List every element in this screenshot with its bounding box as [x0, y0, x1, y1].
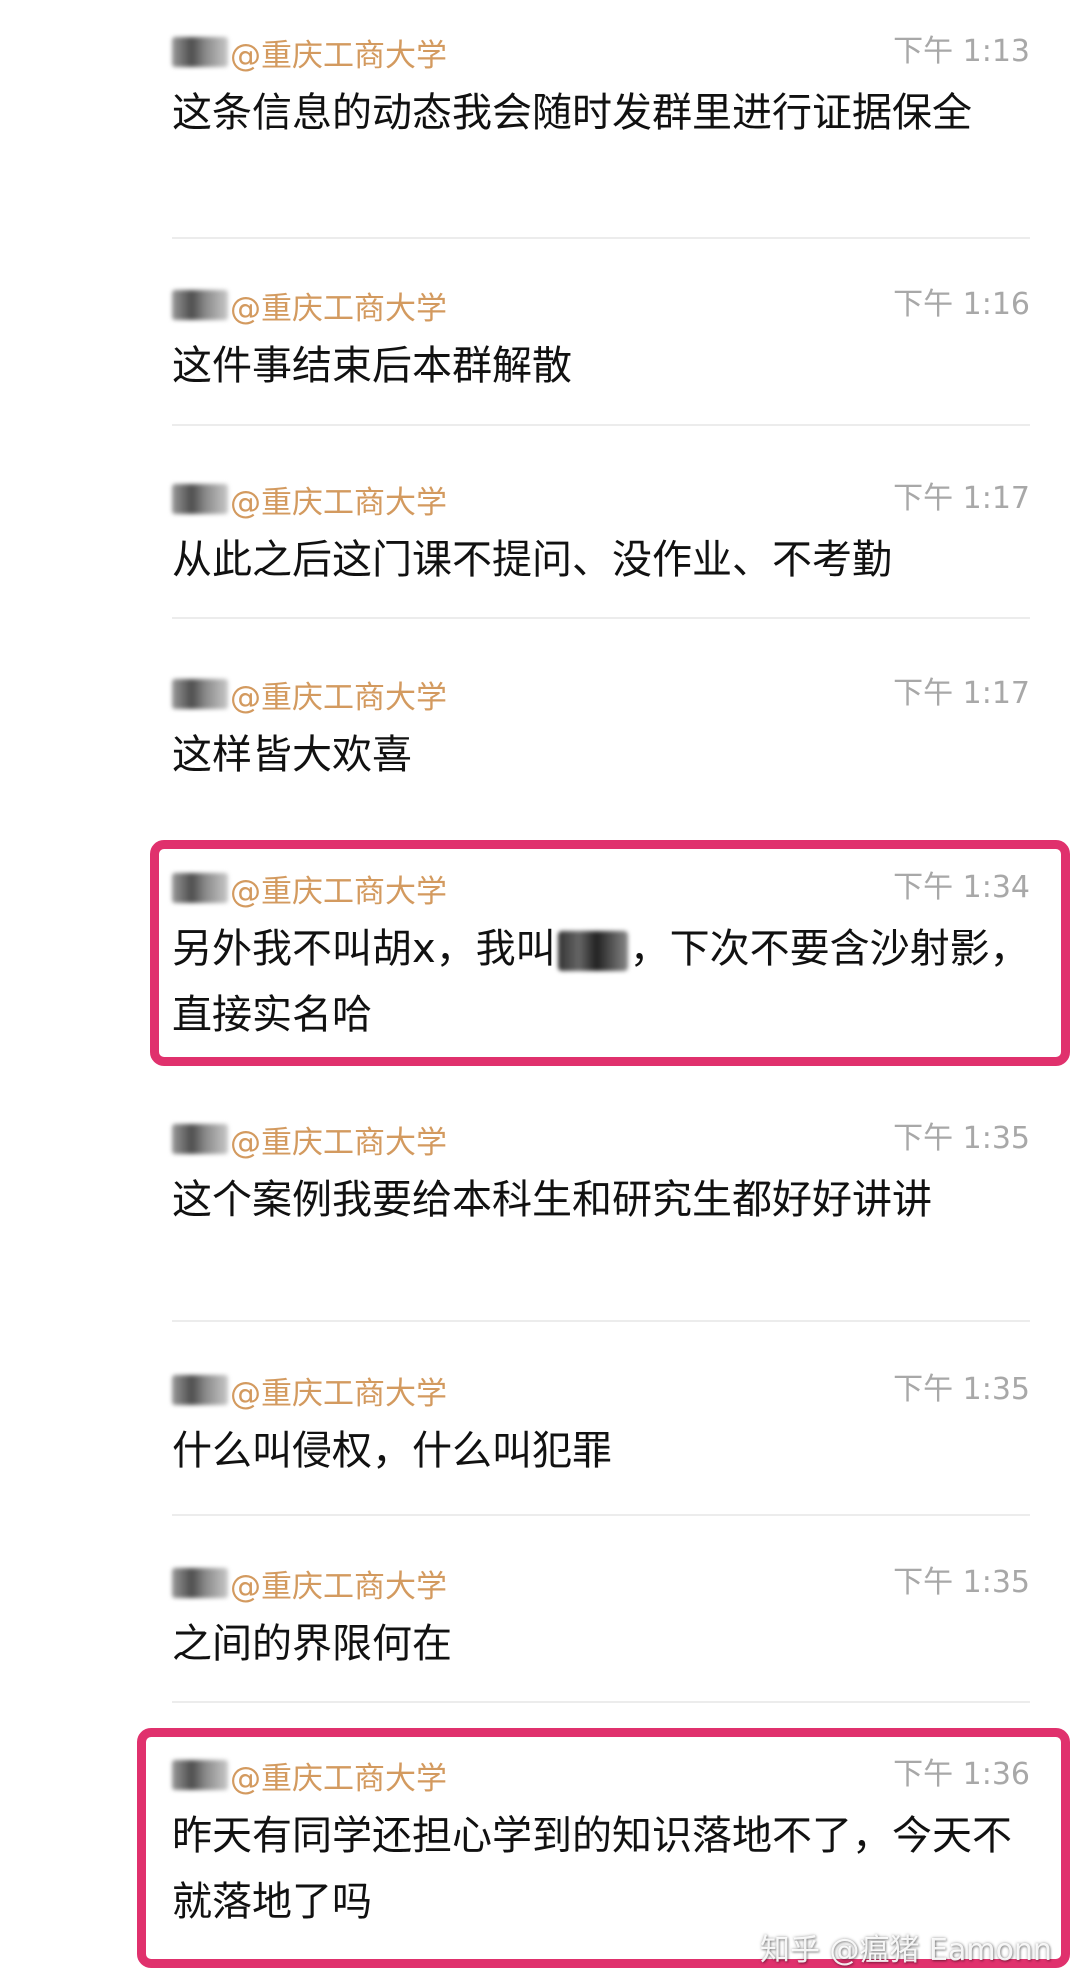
message-text: 这件事结束后本群解散 — [172, 343, 572, 389]
chat-message: @重庆工商大学 下午 1:34 另外我不叫胡x，我叫 ，下次不要含沙射影，直接实名… — [172, 866, 1030, 1048]
redacted-name — [172, 290, 228, 320]
chat-message: @重庆工商大学 下午 1:35 这个案例我要给本科生和研究生都好好讲讲 — [172, 1117, 1030, 1233]
divider — [172, 424, 1030, 426]
message-time: 下午 1:35 — [893, 1121, 1030, 1156]
message-time: 下午 1:36 — [893, 1757, 1030, 1792]
divider — [172, 1701, 1030, 1703]
sender-name: @重庆工商大学 — [172, 477, 447, 521]
redacted-name — [172, 679, 228, 709]
redacted-name — [172, 1568, 228, 1598]
chat-message: @重庆工商大学 下午 1:36 昨天有同学还担心学到的知识落地不了，今天不就落地… — [172, 1753, 1030, 1935]
watermark: 知乎 @瘟猪 Eamonn — [759, 1933, 1052, 1968]
sender-name: @重庆工商大学 — [172, 1561, 447, 1605]
divider — [172, 617, 1030, 619]
sender-name: @重庆工商大学 — [172, 1368, 447, 1412]
chat-message: @重庆工商大学 下午 1:13 这条信息的动态我会随时发群里进行证据保全 — [172, 30, 1030, 146]
sender-name: @重庆工商大学 — [172, 283, 447, 327]
sender-name: @重庆工商大学 — [172, 30, 447, 74]
message-time: 下午 1:17 — [893, 676, 1030, 711]
sender-name: @重庆工商大学 — [172, 866, 447, 910]
redacted-name — [172, 1375, 228, 1405]
sender-name: @重庆工商大学 — [172, 1117, 447, 1161]
message-time: 下午 1:13 — [893, 34, 1030, 69]
divider — [172, 1320, 1030, 1322]
message-text: 什么叫侵权，什么叫犯罪 — [172, 1428, 612, 1474]
message-text: 之间的界限何在 — [172, 1621, 452, 1667]
message-text: 这样皆大欢喜 — [172, 732, 412, 778]
message-text: 另外我不叫胡x，我叫 ，下次不要含沙射影，直接实名哈 — [172, 926, 1030, 1038]
message-text: 这条信息的动态我会随时发群里进行证据保全 — [172, 90, 972, 136]
message-text: 从此之后这门课不提问、没作业、不考勤 — [172, 537, 892, 583]
redacted-name — [172, 484, 228, 514]
message-time: 下午 1:34 — [893, 870, 1030, 905]
divider — [172, 1514, 1030, 1516]
divider — [172, 237, 1030, 239]
message-text: 昨天有同学还担心学到的知识落地不了，今天不就落地了吗 — [172, 1813, 1012, 1925]
redacted-name — [172, 873, 228, 903]
message-time: 下午 1:35 — [893, 1565, 1030, 1600]
redacted-name — [172, 1124, 228, 1154]
message-time: 下午 1:16 — [893, 287, 1030, 322]
redacted-name — [557, 931, 628, 971]
redacted-name — [172, 1760, 228, 1790]
chat-message: @重庆工商大学 下午 1:35 之间的界限何在 — [172, 1561, 1030, 1677]
chat-message: @重庆工商大学 下午 1:35 什么叫侵权，什么叫犯罪 — [172, 1368, 1030, 1484]
sender-name: @重庆工商大学 — [172, 1753, 447, 1797]
chat-message: @重庆工商大学 下午 1:17 这样皆大欢喜 — [172, 672, 1030, 788]
message-time: 下午 1:17 — [893, 481, 1030, 516]
message-text: 这个案例我要给本科生和研究生都好好讲讲 — [172, 1177, 932, 1223]
chat-message: @重庆工商大学 下午 1:16 这件事结束后本群解散 — [172, 283, 1030, 399]
message-time: 下午 1:35 — [893, 1372, 1030, 1407]
sender-name: @重庆工商大学 — [172, 672, 447, 716]
chat-message: @重庆工商大学 下午 1:17 从此之后这门课不提问、没作业、不考勤 — [172, 477, 1030, 593]
redacted-name — [172, 37, 228, 67]
